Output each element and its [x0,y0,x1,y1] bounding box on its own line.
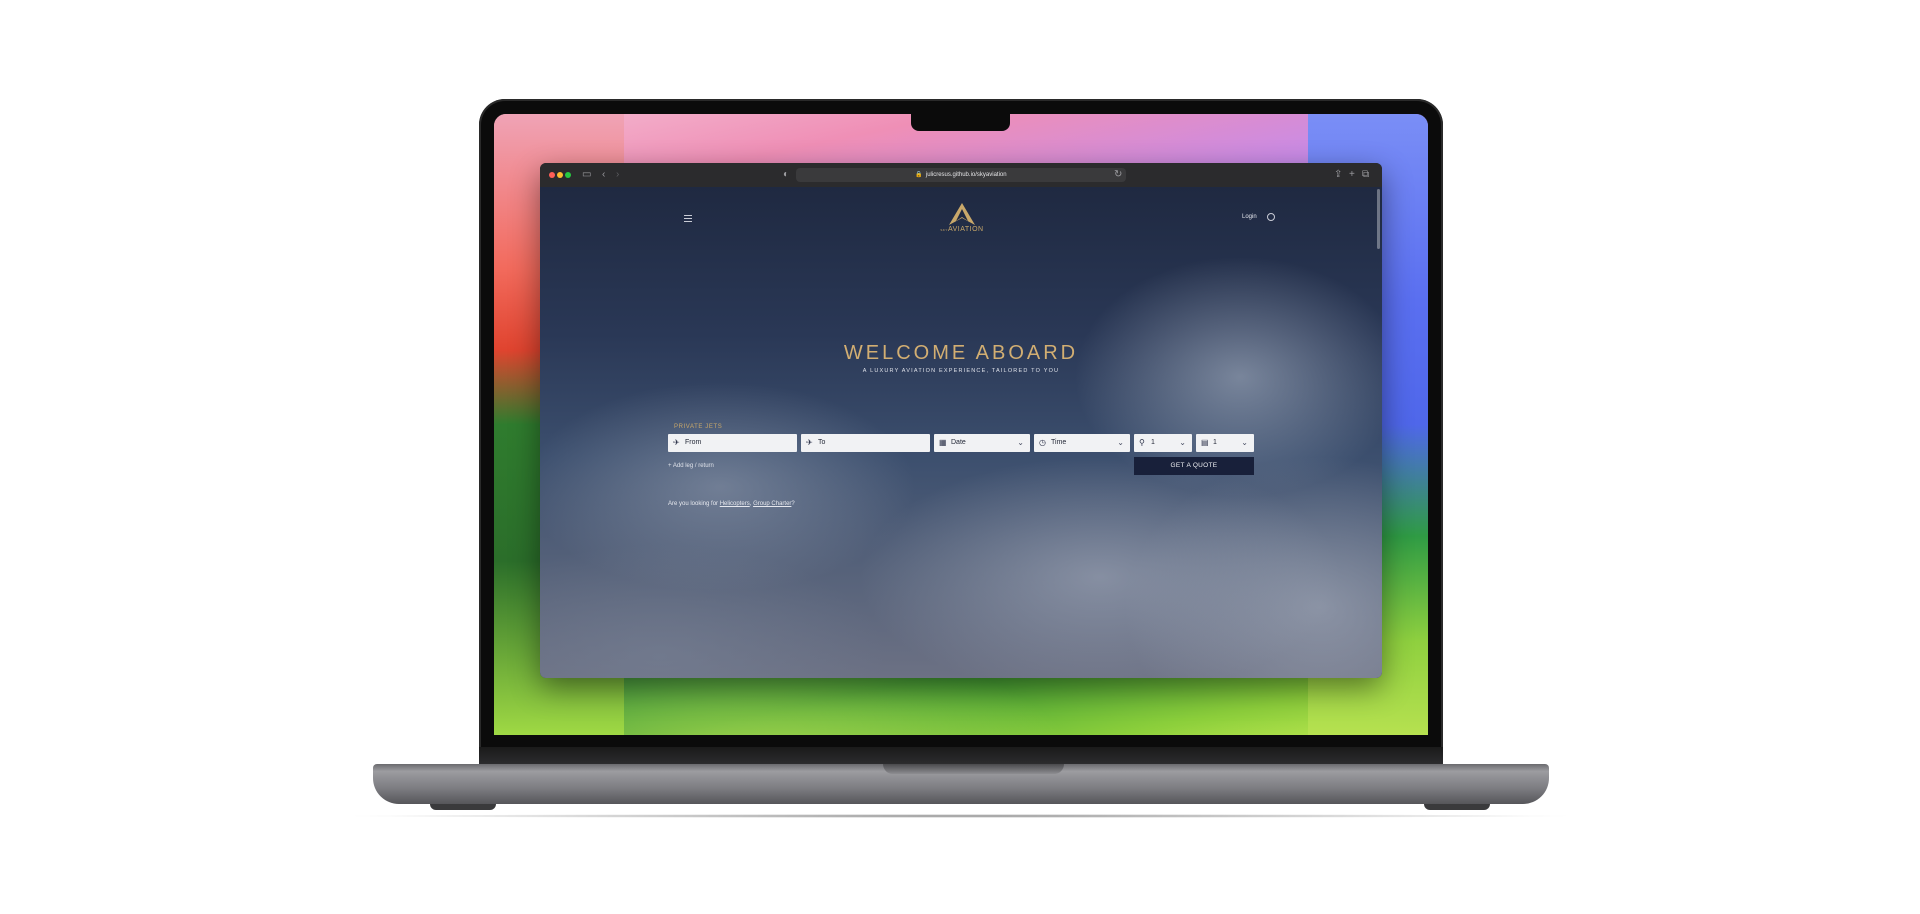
new-tab-icon[interactable]: + [1349,168,1355,182]
address-bar[interactable]: 🔒 julicresus.github.io/skyaviation [796,168,1126,182]
date-placeholder: Date [951,439,966,446]
person-icon: ⚲ [1139,438,1145,447]
laptop-foot-left [430,804,496,810]
departure-plane-icon: ✈ [673,438,680,447]
plus-icon: + [668,463,672,469]
group-charter-link[interactable]: Group Charter [753,501,791,507]
calendar-icon: ▦ [939,438,947,447]
laptop-lip [883,764,1064,774]
luggage-icon: ▤ [1201,438,1209,447]
arrival-plane-icon: ✈ [806,438,813,447]
add-leg-button[interactable]: + Add leg / return [668,462,714,471]
get-a-quote-button[interactable]: GET A QUOTE [1134,457,1254,475]
logo-mark-icon [949,203,975,225]
add-leg-label: Add leg / return [672,463,714,469]
helicopters-link[interactable]: Helicopters [720,501,750,507]
chevron-down-icon: ⌄ [1017,438,1024,447]
prompt-separator: , [749,501,752,507]
privacy-shield-icon[interactable]: ◐ [783,168,789,182]
sidebar-toggle-icon[interactable]: ▭ [582,168,591,182]
tab-overview-icon[interactable]: ⧉ [1362,168,1369,182]
passengers-select[interactable]: ⚲ 1 ⌄ [1134,434,1192,452]
page-scrollbar[interactable] [1377,189,1380,249]
luggage-value: 1 [1213,439,1217,446]
laptop-foot-right [1424,804,1490,810]
user-icon[interactable] [1267,213,1275,221]
other-services-prompt: Are you looking for Helicopters, Group C… [668,500,795,509]
lock-icon: 🔒 [915,172,923,178]
laptop-shadow [340,814,1580,818]
hero-subtitle: A LUXURY AVIATION EXPERIENCE, TAILORED T… [862,368,1060,374]
webpage: SKYAVIATION Login WELCOME ABOARD A LUXUR… [540,187,1382,678]
chevron-down-icon: ⌄ [1179,438,1186,447]
prompt-prefix: Are you looking for [668,501,719,507]
to-field[interactable]: ✈ To [801,434,930,452]
clock-icon: ◷ [1039,438,1046,447]
share-icon[interactable]: ⇪ [1334,168,1342,182]
passengers-value: 1 [1151,439,1155,446]
menu-icon[interactable] [684,215,692,222]
luggage-select[interactable]: ▤ 1 ⌄ [1196,434,1254,452]
from-placeholder: From [685,439,702,446]
back-icon[interactable]: ‹ [602,168,605,182]
time-placeholder: Time [1051,439,1067,446]
url-text: julicresus.github.io/skyaviation [925,172,1007,178]
close-window-button[interactable] [549,172,555,178]
forward-icon[interactable]: › [616,168,619,182]
date-field[interactable]: ▦ Date ⌄ [934,434,1030,452]
chevron-down-icon: ⌄ [1241,438,1248,447]
chevron-down-icon: ⌄ [1117,438,1124,447]
zoom-window-button[interactable] [565,172,571,178]
site-logo[interactable]: SKYAVIATION [940,203,984,237]
browser-toolbar: ▭ ‹ › ◐ 🔒 julicresus.github.io/skyaviatio… [540,163,1382,188]
time-field[interactable]: ◷ Time ⌄ [1034,434,1130,452]
laptop-bezel-bottom [479,747,1443,764]
prompt-suffix: ? [791,501,795,507]
login-link[interactable]: Login [1242,213,1257,222]
section-label-private-jets: PRIVATE JETS [674,424,723,430]
reload-icon[interactable]: ↻ [1114,168,1122,182]
camera-notch [911,114,1010,131]
hero-title: WELCOME ABOARD [843,342,1079,364]
minimize-window-button[interactable] [557,172,563,178]
browser-window: ▭ ‹ › ◐ 🔒 julicresus.github.io/skyaviatio… [540,163,1382,678]
to-placeholder: To [818,439,826,446]
from-field[interactable]: ✈ From [668,434,797,452]
logo-text: SKYAVIATION [940,226,984,233]
